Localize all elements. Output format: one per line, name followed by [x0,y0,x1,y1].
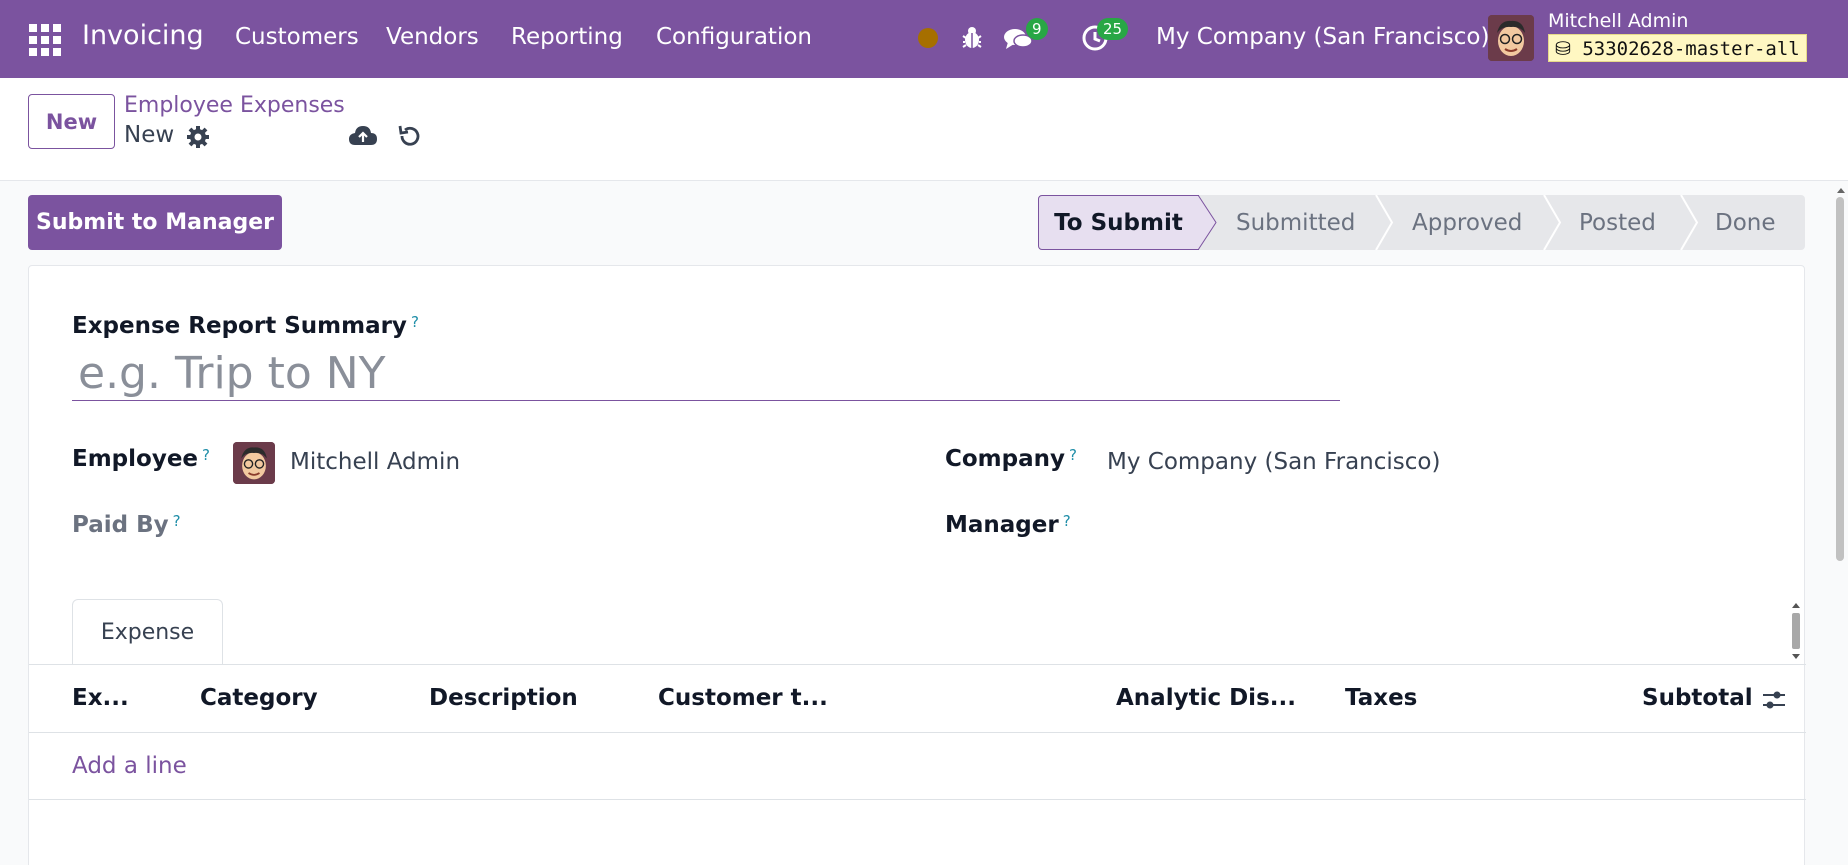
status-bar: To Submit Submitted Approved Posted Done [1038,195,1805,250]
stage-submitted[interactable]: Submitted [1236,195,1355,250]
summary-label-text: Expense Report Summary [72,313,407,339]
discard-undo-icon[interactable] [396,122,424,150]
user-name[interactable]: Mitchell Admin [1548,10,1688,32]
database-icon: ⛁ [1555,38,1583,60]
column-category[interactable]: Category [200,685,318,711]
gear-icon[interactable] [186,125,210,149]
help-icon[interactable]: ? [1063,512,1071,530]
expense-table-header: Ex... Category Description Customer t...… [29,665,1806,733]
company-field[interactable]: My Company (San Francisco) [1107,449,1440,475]
top-navbar: Invoicing Customers Vendors Reporting Co… [0,0,1848,78]
control-panel: New Employee Expenses New [0,78,1848,181]
help-icon[interactable]: ? [1069,446,1077,464]
column-analytic-distribution[interactable]: Analytic Dis... [1116,685,1296,711]
page-scrollbar[interactable] [1836,185,1846,865]
form-sheet: Expense Report Summary? Employee? Mitche… [28,265,1806,865]
database-badge: ⛁ 53302628-master-all [1548,34,1807,62]
stage-separator [1375,195,1394,250]
column-expense-date[interactable]: Ex... [72,685,129,711]
help-icon[interactable]: ? [173,512,181,530]
submit-to-manager-button[interactable]: Submit to Manager [28,195,282,250]
optional-columns-sliders-icon[interactable] [1762,689,1786,711]
help-icon[interactable]: ? [411,313,419,331]
employee-avatar [233,442,275,484]
column-description[interactable]: Description [429,685,578,711]
company-switcher[interactable]: My Company (San Francisco) [1156,24,1489,50]
stage-posted[interactable]: Posted [1579,195,1656,250]
paid-by-label: Paid By? [72,512,181,538]
scrollbar-thumb[interactable] [1836,197,1844,561]
user-avatar[interactable] [1488,15,1534,61]
employee-label-text: Employee [72,446,199,472]
paid-by-label-text: Paid By [72,512,169,538]
tab-scrollbar[interactable] [1790,600,1802,662]
stage-arrow [1198,195,1217,250]
manager-field[interactable] [1107,512,1607,542]
breadcrumb-current: New [124,122,175,148]
debug-bug-icon[interactable] [957,23,987,53]
database-name: 53302628-master-all [1582,38,1800,60]
menu-customers[interactable]: Customers [235,24,359,50]
breadcrumb-parent[interactable]: Employee Expenses [124,93,345,118]
tab-expense[interactable]: Expense [72,599,223,665]
company-label-text: Company [945,446,1065,472]
messages-count-badge: 9 [1026,18,1048,40]
save-cloud-icon[interactable] [348,123,378,149]
summary-label: Expense Report Summary? [72,313,419,339]
stage-separator [1680,195,1699,250]
row-divider [29,799,1806,800]
app-name[interactable]: Invoicing [82,20,204,51]
employee-label: Employee? [72,446,210,472]
manager-label-text: Manager [945,512,1059,538]
scroll-up-arrow-icon[interactable] [1836,185,1846,195]
add-a-line-link[interactable]: Add a line [72,753,187,779]
company-label: Company? [945,446,1077,472]
column-customer[interactable]: Customer t... [658,685,828,711]
manager-label: Manager? [945,512,1071,538]
stage-separator [1543,195,1562,250]
menu-vendors[interactable]: Vendors [386,24,479,50]
help-icon[interactable]: ? [202,446,210,464]
stage-approved[interactable]: Approved [1412,195,1522,250]
stage-to-submit[interactable]: To Submit [1038,195,1199,250]
menu-configuration[interactable]: Configuration [656,24,812,50]
employee-field[interactable]: Mitchell Admin [290,449,460,475]
status-dot-icon[interactable] [918,28,938,48]
app-menu-icon[interactable] [29,24,61,56]
menu-reporting[interactable]: Reporting [511,24,623,50]
expense-report-summary-input[interactable] [72,346,1340,401]
column-taxes[interactable]: Taxes [1345,685,1417,711]
stage-done[interactable]: Done [1715,195,1776,250]
activities-count-badge: 25 [1097,18,1129,40]
new-button[interactable]: New [28,94,115,149]
column-subtotal[interactable]: Subtotal [1642,685,1753,711]
